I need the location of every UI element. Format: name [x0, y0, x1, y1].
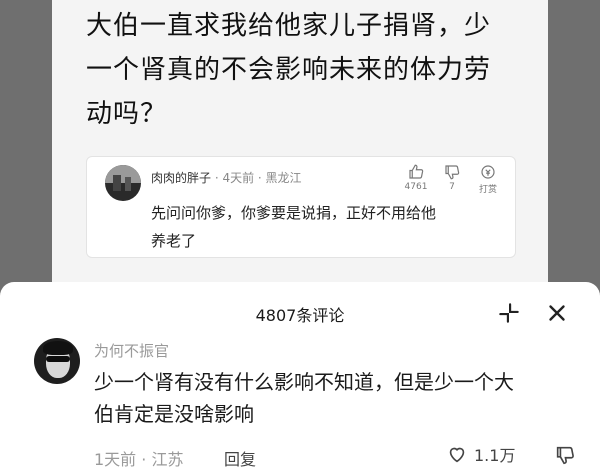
embedded-username[interactable]: 肉肉的胖子	[151, 171, 211, 185]
embedded-comment-card: 肉肉的胖子 · 4天前 · 黑龙江 4761 7 打赏 先问问你爹，你爹要是说捐…	[86, 156, 516, 258]
embedded-text-line: 养老了	[151, 232, 197, 250]
close-button[interactable]	[544, 300, 570, 330]
heart-icon	[449, 447, 465, 463]
embedded-dislike-button[interactable]: 7	[439, 163, 465, 195]
comment-text-line: 少一个肾有没有什么影响不知道，但是少一个大	[94, 370, 514, 394]
embedded-reward-label: 打赏	[478, 185, 497, 195]
question-line: 一个肾真的不会影响未来的体力劳	[86, 55, 492, 85]
shrink-icon	[499, 303, 519, 323]
reply-button[interactable]: 回复	[224, 446, 256, 470]
embedded-actions: 4761 7 打赏	[403, 163, 501, 195]
embedded-comment-text: 先问问你爹，你爹要是说捐，正好不用给他 养老了	[151, 199, 491, 255]
close-icon	[549, 305, 565, 321]
embedded-dislike-count: 7	[449, 182, 455, 192]
embedded-like-button[interactable]: 4761	[403, 163, 429, 195]
reward-icon	[481, 165, 495, 179]
commenter-avatar[interactable]	[34, 338, 80, 384]
dislike-button[interactable]	[554, 444, 576, 470]
embedded-avatar[interactable]	[105, 165, 141, 201]
thumb-down-icon	[445, 165, 460, 180]
thumb-up-icon	[409, 164, 424, 179]
commenter-username[interactable]: 为何不振官	[94, 340, 169, 361]
embedded-reward-button[interactable]: 打赏	[475, 163, 501, 195]
like-count: 1.1万	[474, 446, 516, 465]
embedded-like-count: 4761	[404, 182, 428, 192]
comment-text: 少一个肾有没有什么影响不知道，但是少一个大 伯肯定是没啥影响	[94, 366, 584, 430]
question-line: 动吗？	[86, 99, 168, 129]
question-line: 大伯一直求我给他家儿子捐肾，少	[86, 11, 492, 41]
embedded-comment-meta: 肉肉的胖子 · 4天前 · 黑龙江	[151, 169, 302, 186]
comment-text-line: 伯肯定是没啥影响	[94, 402, 254, 426]
post-question: 大伯一直求我给他家儿子捐肾，少 一个肾真的不会影响未来的体力劳 动吗？	[86, 4, 546, 136]
embedded-time-location: · 4天前 · 黑龙江	[214, 171, 302, 185]
shrink-button[interactable]	[496, 300, 522, 330]
thumb-down-icon	[556, 446, 574, 465]
comment-meta: 1天前 · 江苏	[94, 450, 184, 469]
embedded-text-line: 先问问你爹，你爹要是说捐，正好不用给他	[151, 204, 437, 222]
like-button[interactable]: 1.1万	[446, 442, 515, 466]
